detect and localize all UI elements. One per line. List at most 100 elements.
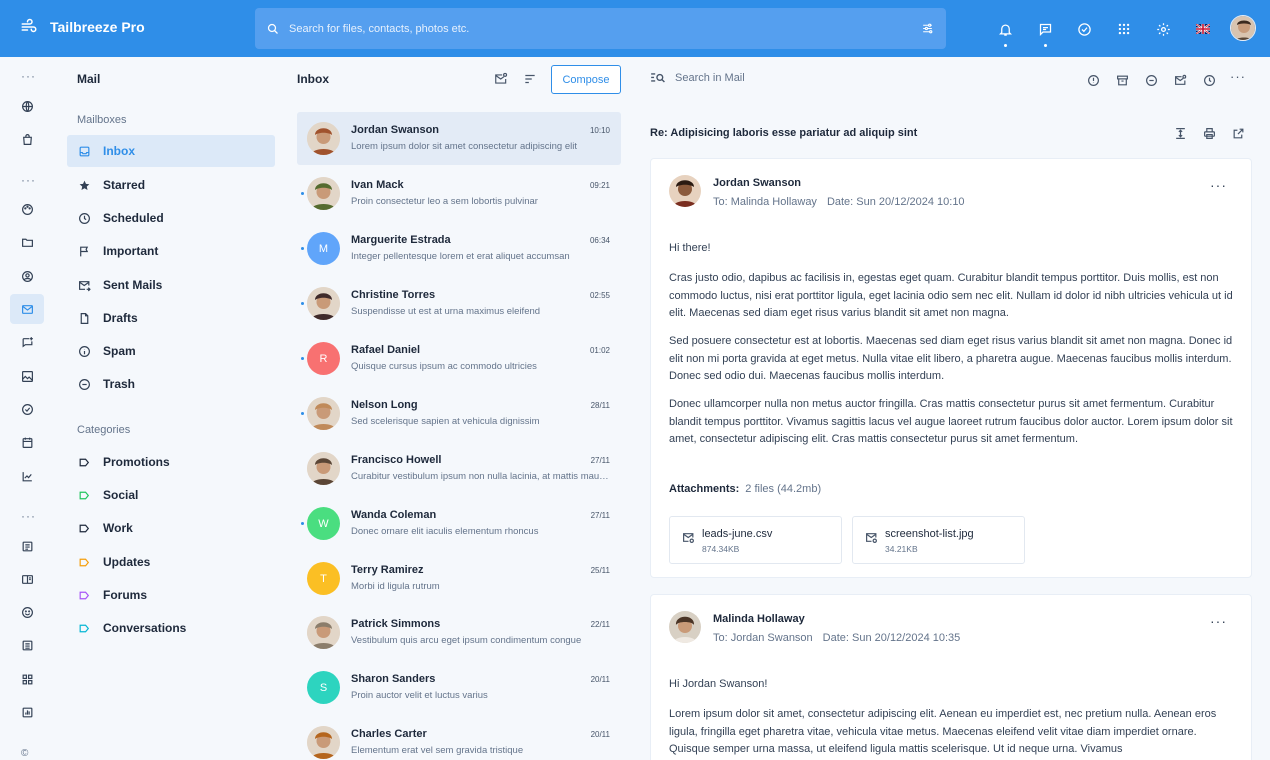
email-subject: Re: Adipisicing laboris esse pariatur ad…: [650, 127, 918, 139]
mail-icon[interactable]: [1172, 72, 1188, 88]
chat-add-icon[interactable]: [10, 327, 44, 357]
search-input[interactable]: Search for files, contacts, photos etc.: [289, 23, 921, 35]
mailbox-item-scheduled[interactable]: Scheduled: [67, 202, 275, 234]
chat-icon[interactable]: [1033, 17, 1057, 41]
list-icon[interactable]: [10, 630, 44, 660]
email-message: Malinda Hollaway To: Jordan Swanson Date:…: [650, 594, 1252, 760]
message-row[interactable]: T Terry Ramirez Morbi id ligula rutrum 25/1…: [297, 552, 621, 605]
mailbox-item-sent[interactable]: Sent Mails: [67, 269, 275, 301]
mail-icon[interactable]: [10, 294, 44, 324]
compose-button[interactable]: Compose: [551, 65, 621, 94]
globe-icon[interactable]: [10, 91, 44, 121]
sender-name: Sharon Sanders: [351, 673, 436, 685]
mailbox-item-important[interactable]: Important: [67, 235, 275, 267]
message-row[interactable]: W Wanda Coleman Donec ornare elit iaculis …: [297, 497, 621, 550]
category-item-forums[interactable]: Forums: [67, 579, 275, 611]
folder-icon[interactable]: [10, 227, 44, 257]
sender-avatar[interactable]: [669, 175, 701, 207]
category-label: Conversations: [103, 621, 187, 635]
mailbox-item-label: Inbox: [103, 144, 135, 158]
brand[interactable]: Tailbreeze Pro: [20, 18, 145, 36]
mail-search-input[interactable]: Search in Mail: [675, 72, 745, 84]
message-row[interactable]: R Rafael Daniel Quisque cursus ipsum ac co…: [297, 332, 621, 385]
more-dots-icon[interactable]: ···: [21, 509, 36, 523]
global-search[interactable]: Search for files, contacts, photos etc.: [255, 8, 946, 49]
user-circle-icon[interactable]: [10, 261, 44, 291]
check-circle-icon[interactable]: [1072, 17, 1096, 41]
shopping-bag-icon[interactable]: [10, 124, 44, 154]
message-row[interactable]: Ivan Mack Proin consectetur leo a sem lob…: [297, 167, 621, 220]
more-icon[interactable]: ···: [1230, 68, 1246, 84]
message-time: 27/11: [590, 456, 610, 465]
sender-avatar[interactable]: [669, 611, 701, 643]
mail-search[interactable]: Search in Mail: [650, 72, 745, 84]
tag-icon: [77, 488, 91, 502]
archive-icon[interactable]: [1114, 72, 1130, 88]
minus-circle-icon[interactable]: [1143, 72, 1159, 88]
attachment-file[interactable]: screenshot-list.jpg 34.21KB: [852, 516, 1025, 564]
filter-sliders-icon[interactable]: [921, 22, 934, 35]
category-item-updates[interactable]: Updates: [67, 546, 275, 578]
more-dots-icon[interactable]: ···: [21, 69, 36, 83]
chart-board-icon[interactable]: [10, 461, 44, 491]
document-icon[interactable]: [10, 531, 44, 561]
calendar-icon[interactable]: [10, 427, 44, 457]
attachment-file[interactable]: leads-june.csv 874.34KB: [669, 516, 842, 564]
user-avatar[interactable]: [1230, 15, 1256, 41]
message-row[interactable]: Patrick Simmons Vestibulum quis arcu eget…: [297, 606, 621, 659]
message-time: 27/11: [590, 511, 610, 520]
clock-icon[interactable]: [1201, 72, 1217, 88]
mailbox-item-starred[interactable]: Starred: [67, 169, 275, 201]
mailbox-item-label: Important: [103, 244, 159, 258]
mailbox-item-spam[interactable]: Spam: [67, 335, 275, 367]
mark-read-icon[interactable]: [492, 70, 510, 88]
smile-icon[interactable]: [10, 597, 44, 627]
mailbox-item-trash[interactable]: Trash: [67, 368, 275, 400]
check-circle-icon[interactable]: [10, 394, 44, 424]
category-item-work[interactable]: Work: [67, 512, 275, 544]
widgets-icon[interactable]: [10, 664, 44, 694]
unread-dot: [301, 192, 304, 195]
message-row[interactable]: M Marguerite Estrada Integer pellentesque …: [297, 222, 621, 275]
message-meta: To: Jordan Swanson Date: Sun 20/12/2024 1…: [713, 632, 970, 644]
avatar: M: [307, 232, 340, 265]
more-dots-icon[interactable]: ···: [21, 173, 36, 187]
message-time: 06:34: [589, 236, 610, 245]
message-row[interactable]: Christine Torres Suspendisse ut est at ur…: [297, 277, 621, 330]
expand-vertical-icon[interactable]: [1172, 125, 1188, 141]
bar-chart-icon[interactable]: [10, 697, 44, 727]
apps-grid-icon[interactable]: [1112, 17, 1136, 41]
star-icon: [77, 178, 91, 192]
alert-circle-icon[interactable]: [1085, 72, 1101, 88]
category-item-social[interactable]: Social: [67, 479, 275, 511]
message-row[interactable]: S Sharon Sanders Proin auctor velit et luc…: [297, 661, 621, 714]
gear-icon[interactable]: [1151, 17, 1175, 41]
mail-attachment-icon: [865, 531, 878, 544]
sender-name: Terry Ramirez: [351, 564, 424, 576]
category-item-promotions[interactable]: Promotions: [67, 446, 275, 478]
external-link-icon[interactable]: [1230, 125, 1246, 141]
message-preview: Curabitur vestibulum ipsum non nulla lac…: [351, 471, 611, 482]
avatar: [307, 616, 340, 649]
more-icon[interactable]: ···: [1210, 177, 1227, 193]
message-row[interactable]: Charles Carter Elementum erat vel sem gra…: [297, 716, 621, 760]
message-row[interactable]: Jordan Swanson Lorem ipsum dolor sit amet…: [297, 112, 621, 165]
mailbox-item-drafts[interactable]: Drafts: [67, 302, 275, 334]
wind-icon: [20, 18, 38, 36]
bell-icon[interactable]: [993, 17, 1017, 41]
uk-flag-icon[interactable]: [1191, 17, 1215, 41]
more-icon[interactable]: ···: [1210, 613, 1227, 629]
message-row[interactable]: Francisco Howell Curabitur vestibulum ips…: [297, 442, 621, 495]
image-icon[interactable]: [10, 361, 44, 391]
palette-icon[interactable]: [10, 194, 44, 224]
sort-icon[interactable]: [521, 70, 539, 88]
message-date: Date: Sun 20/12/2024 10:10: [826, 196, 965, 208]
printer-icon[interactable]: [1201, 125, 1217, 141]
categories-heading: Categories: [77, 424, 131, 436]
message-time: 10:10: [589, 126, 610, 135]
book-open-icon[interactable]: [10, 564, 44, 594]
flag-icon: [77, 244, 91, 258]
mailbox-item-inbox[interactable]: Inbox: [67, 135, 275, 167]
category-item-conversations[interactable]: Conversations: [67, 612, 275, 644]
message-row[interactable]: Nelson Long Sed scelerisque sapien at veh…: [297, 387, 621, 440]
